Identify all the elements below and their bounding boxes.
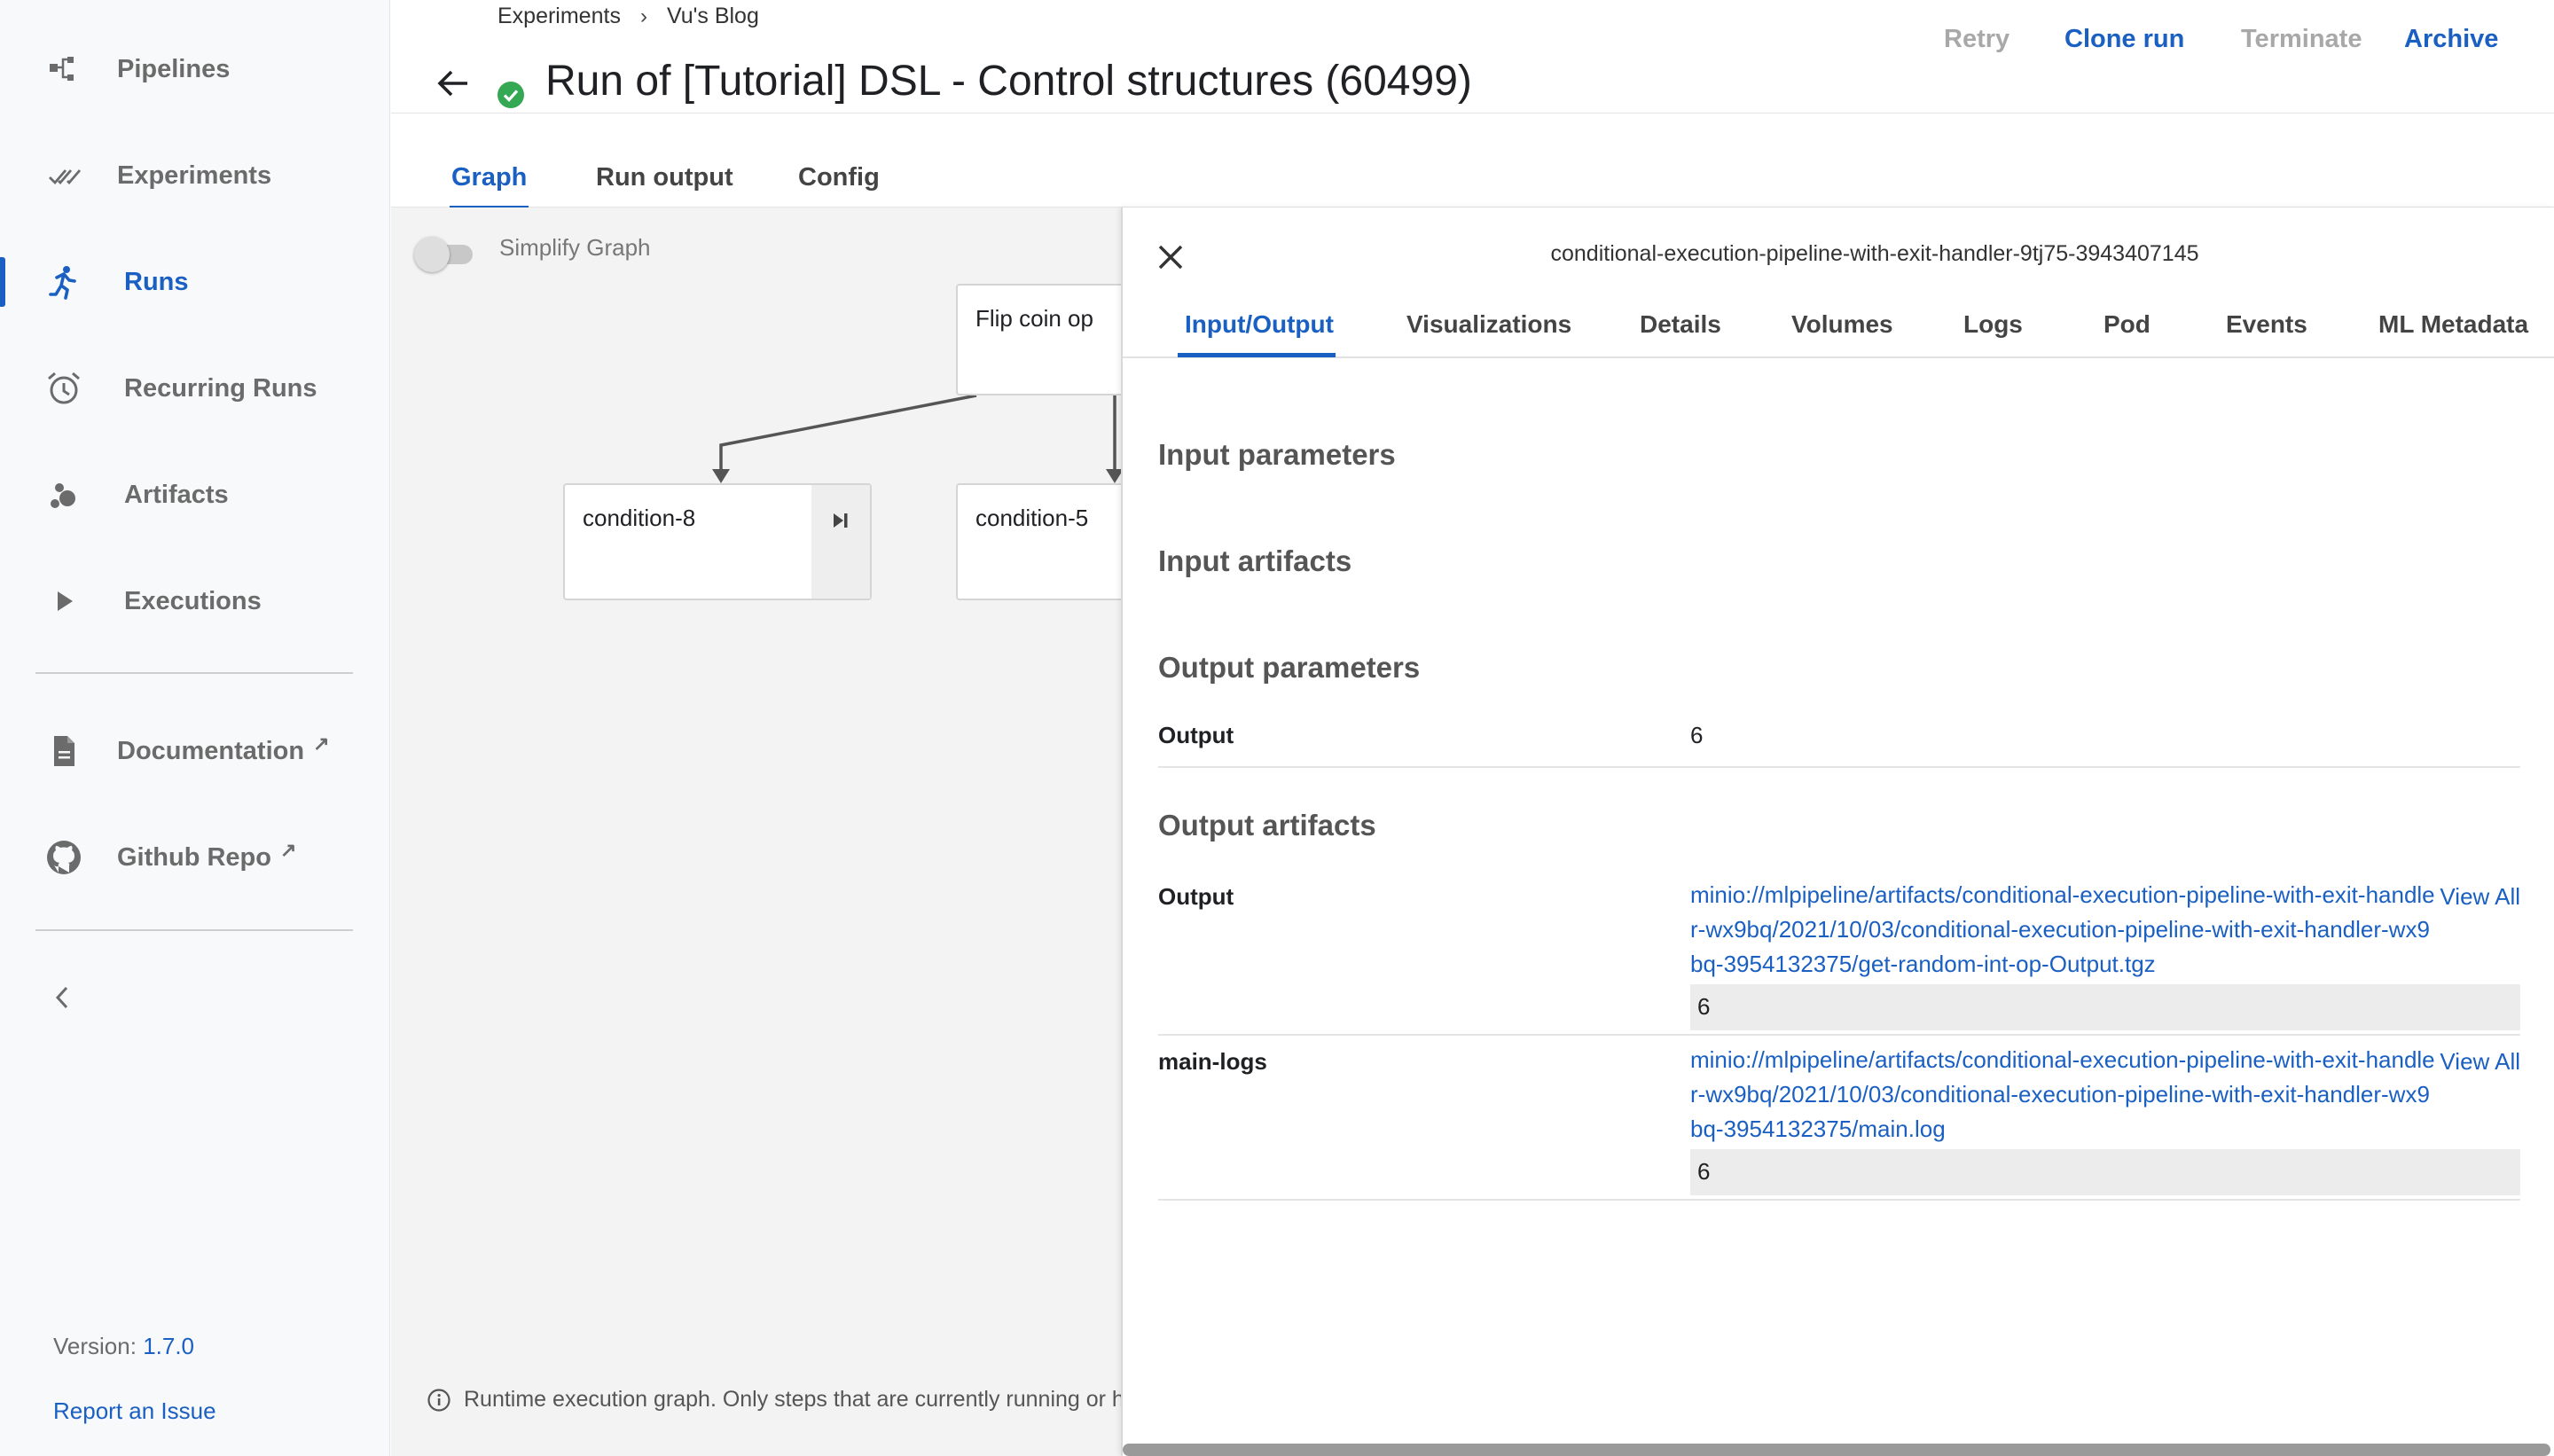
document-icon (44, 732, 83, 771)
tab-graph[interactable]: Graph (449, 163, 529, 210)
tab-pod[interactable]: Pod (2104, 310, 2151, 339)
parameter-value: 6 (1690, 722, 1704, 748)
tab-config[interactable]: Config (798, 163, 880, 192)
edge-flip-to-condition-8 (719, 394, 977, 475)
arrow-back-icon (437, 70, 467, 97)
graph-node-condition-8[interactable]: condition-8 (563, 483, 872, 600)
breadcrumb-item-experiments[interactable]: Experiments (497, 4, 621, 29)
breadcrumb-item-experiment[interactable]: Vu's Blog (667, 4, 759, 29)
artifact-key: Output (1158, 883, 1234, 910)
sidebar-divider (35, 929, 353, 931)
node-label: condition-5 (975, 505, 1089, 531)
chevron-left-icon (55, 986, 68, 1009)
edge-arrowhead (1106, 469, 1121, 483)
clone-run-button[interactable]: Clone run (2064, 25, 2184, 54)
sidebar-item-label: Runs (124, 267, 189, 296)
artifact-preview: 6 (1690, 1149, 2520, 1195)
page-header: Experiments › Vu's Blog Run of [Tutorial… (391, 0, 2554, 114)
tab-ml-metadata[interactable]: ML Metadata (2378, 310, 2528, 339)
panel-title: conditional-execution-pipeline-with-exit… (1550, 241, 2199, 266)
tab-visualizations[interactable]: Visualizations (1406, 310, 1571, 339)
artifact-uri-link[interactable]: minio://mlpipeline/artifacts/conditional… (1690, 1043, 2435, 1147)
graph-canvas[interactable]: Simplify Graph Flip coin op condition-8 … (391, 207, 1121, 1456)
skip-next-icon (834, 513, 848, 528)
version-label: Version: (53, 1333, 137, 1359)
back-button[interactable] (432, 62, 474, 105)
external-link-icon: ↗ (279, 838, 297, 861)
version-number[interactable]: 1.7.0 (143, 1333, 194, 1359)
output-artifacts-heading: Output artifacts (1158, 809, 1376, 842)
archive-button[interactable]: Archive (2404, 25, 2498, 54)
sidebar-link-label: Documentation (117, 736, 305, 765)
output-artifact-row: main-logs minio://mlpipeline/artifacts/c… (1158, 1046, 2520, 1201)
sidebar-item-artifacts[interactable]: Artifacts (0, 450, 390, 539)
output-parameter-row: Output 6 (1158, 720, 2520, 768)
node-details-panel: conditional-execution-pipeline-with-exit… (1121, 207, 2554, 1456)
sidebar: Pipelines Experiments Runs Recurring Run… (0, 0, 390, 1456)
version-info: Version: 1.7.0 (53, 1333, 194, 1360)
report-issue-link[interactable]: Report an Issue (53, 1397, 216, 1425)
sidebar-divider (35, 672, 353, 674)
sidebar-item-executions[interactable]: Executions (0, 557, 390, 646)
tab-logs[interactable]: Logs (1963, 310, 2023, 339)
artifact-uri-link[interactable]: minio://mlpipeline/artifacts/conditional… (1690, 878, 2435, 982)
sidebar-item-label: Executions (124, 586, 262, 615)
sidebar-link-github[interactable]: Github Repo ↗ (0, 813, 390, 902)
success-check-icon (497, 82, 524, 108)
breadcrumb: Experiments › Vu's Blog (497, 4, 759, 29)
info-icon (427, 1388, 450, 1412)
view-all-link[interactable]: View All (2440, 883, 2520, 911)
sidebar-link-label: Github Repo (117, 842, 271, 872)
runs-icon (44, 262, 83, 301)
breadcrumb-separator: › (639, 4, 647, 28)
skip-next-button[interactable] (811, 485, 870, 599)
collapse-sidebar-button[interactable] (46, 975, 78, 1020)
node-label: Flip coin op (975, 305, 1093, 332)
run-tabs: Graph Run output Config (391, 114, 2554, 210)
sidebar-link-documentation[interactable]: Documentation ↗ (0, 707, 390, 795)
artifact-preview: 6 (1690, 984, 2520, 1030)
graph-node-flip-coin[interactable]: Flip coin op (956, 284, 1121, 395)
retry-button[interactable]: Retry (1944, 25, 2010, 54)
node-label: condition-8 (583, 505, 696, 531)
github-icon (44, 838, 83, 877)
graph-footer-text: Runtime execution graph. Only steps that… (464, 1387, 1121, 1412)
view-all-link[interactable]: View All (2440, 1048, 2520, 1076)
output-parameters-heading: Output parameters (1158, 651, 1421, 684)
sidebar-item-label: Experiments (117, 160, 272, 190)
input-artifacts-heading: Input artifacts (1158, 544, 1352, 577)
sidebar-item-label: Pipelines (117, 54, 231, 83)
sidebar-item-runs[interactable]: Runs (0, 238, 390, 326)
alarm-clock-icon (44, 369, 83, 408)
pipelines-icon (44, 50, 83, 89)
horizontal-scrollbar[interactable] (1123, 1444, 2550, 1456)
artifacts-icon (44, 475, 83, 514)
edge-arrowhead (712, 469, 730, 483)
page-title: Run of [Tutorial] DSL - Control structur… (545, 58, 1472, 105)
sidebar-item-label: Artifacts (124, 480, 229, 509)
external-link-icon: ↗ (313, 732, 330, 755)
input-parameters-heading: Input parameters (1158, 438, 1396, 471)
tab-volumes[interactable]: Volumes (1791, 310, 1893, 339)
tab-input-output[interactable]: Input/Output (1178, 310, 1336, 357)
tab-run-output[interactable]: Run output (596, 163, 733, 192)
graph-node-condition-5[interactable]: condition-5 (956, 483, 1121, 600)
graph-footer-note: Runtime execution graph. Only steps that… (427, 1387, 1121, 1413)
panel-tabs: Input/Output Visualizations Details Volu… (1123, 287, 2554, 358)
tab-events[interactable]: Events (2226, 310, 2307, 339)
sidebar-item-recurring-runs[interactable]: Recurring Runs (0, 344, 390, 433)
output-artifact-row: Output minio://mlpipeline/artifacts/cond… (1158, 881, 2520, 1036)
sidebar-item-experiments[interactable]: Experiments (0, 131, 390, 220)
sidebar-item-pipelines[interactable]: Pipelines (0, 25, 390, 114)
experiments-icon (44, 156, 83, 195)
artifact-key: main-logs (1158, 1048, 1267, 1075)
terminate-button[interactable]: Terminate (2241, 25, 2362, 54)
sidebar-item-label: Recurring Runs (124, 373, 317, 403)
tab-details[interactable]: Details (1640, 310, 1721, 339)
parameter-key: Output (1158, 722, 1234, 748)
play-icon (44, 582, 83, 621)
